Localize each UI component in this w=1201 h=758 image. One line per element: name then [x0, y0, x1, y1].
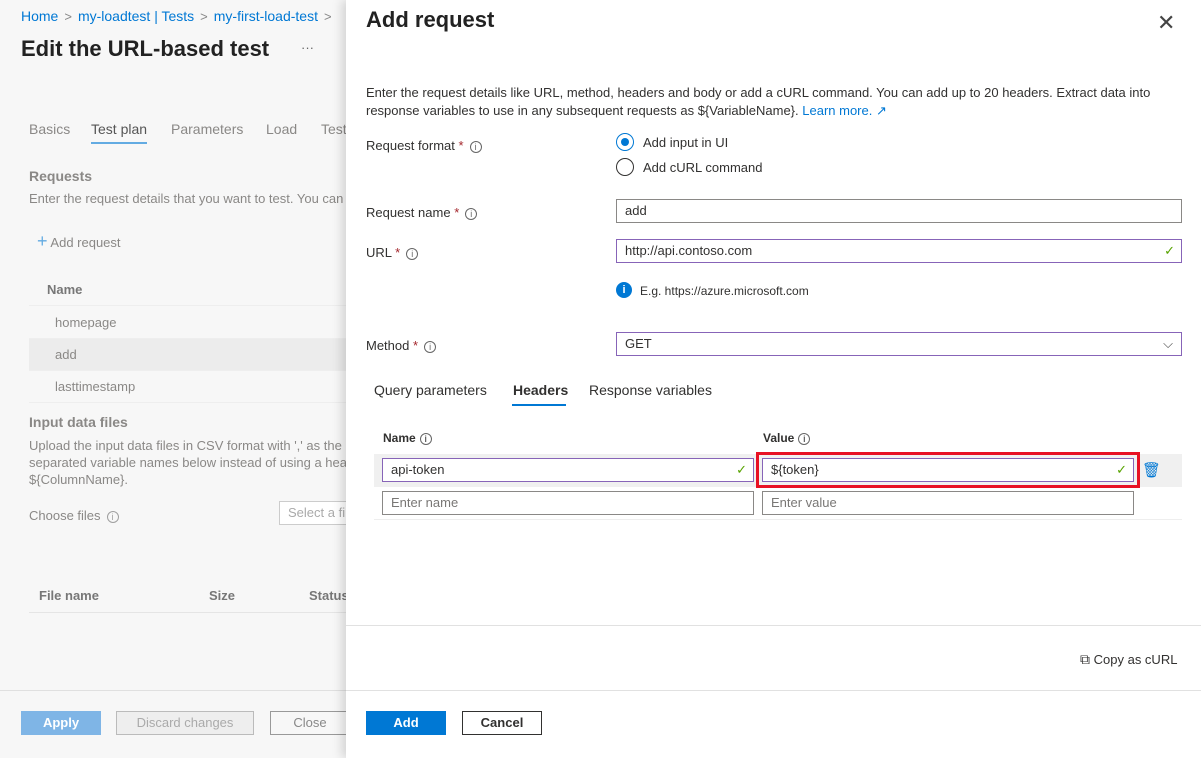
copy-icon: ⧉ — [1080, 651, 1090, 667]
col-size: Size — [209, 588, 236, 603]
url-hint: E.g. https://azure.microsoft.com — [640, 284, 809, 298]
tab-test[interactable]: Test — [321, 121, 346, 137]
method-dropdown[interactable]: GET ⌵ — [616, 332, 1182, 356]
close-button[interactable]: Close — [270, 711, 346, 735]
url-input[interactable]: http://api.contoso.com ✓ — [616, 239, 1182, 263]
active-tab-underline — [91, 142, 147, 144]
request-row[interactable]: lasttimestamp — [29, 371, 346, 403]
radio-add-curl[interactable] — [616, 158, 634, 176]
breadcrumb: Home > my-loadtest | Tests > my-first-load-t… — [21, 8, 332, 24]
footer-divider — [0, 690, 346, 691]
request-name-input[interactable]: add — [616, 199, 1182, 223]
background-page: Home > my-loadtest | Tests > my-first-load-t… — [0, 0, 346, 758]
plus-icon: + — [37, 231, 48, 251]
tab-basics[interactable]: Basics — [29, 121, 70, 137]
check-icon: ✓ — [1116, 462, 1127, 477]
select-file-dropdown[interactable]: Select a fil — [279, 501, 346, 525]
footer-divider — [346, 690, 1201, 691]
new-header-value-input[interactable]: Enter value — [762, 491, 1134, 515]
learn-more-link[interactable]: Learn more. ↗ — [802, 103, 887, 118]
requests-col-name: Name — [29, 274, 346, 306]
new-header-name-input[interactable]: Enter name — [382, 491, 754, 515]
tab-load[interactable]: Load — [266, 121, 297, 137]
cancel-button[interactable]: Cancel — [462, 711, 542, 735]
input-files-heading: Input data files — [29, 414, 128, 430]
more-icon[interactable]: ··· — [301, 40, 314, 55]
header-name-col: Name i — [383, 431, 432, 445]
tab-test-plan[interactable]: Test plan — [91, 121, 147, 137]
radio-label-curl: Add cURL command — [643, 160, 763, 175]
radio-add-input-ui[interactable] — [616, 133, 634, 151]
add-button[interactable]: Add — [366, 711, 446, 735]
radio-label-ui: Add input in UI — [643, 135, 729, 150]
header-name-input[interactable]: api-token ✓ — [382, 458, 754, 482]
url-label: URL * i — [366, 245, 419, 260]
header-value-input[interactable]: ${token} ✓ — [762, 458, 1134, 482]
info-icon: i — [616, 282, 632, 298]
breadcrumb-tests[interactable]: my-loadtest | Tests — [78, 8, 194, 24]
check-icon: ✓ — [1164, 243, 1175, 258]
col-status: Status — [309, 588, 346, 603]
delete-icon[interactable]: 🗑 — [1142, 461, 1161, 479]
requests-desc: Enter the request details that you want … — [29, 191, 344, 206]
add-request-panel: Add request ✕ Enter the request details … — [346, 0, 1201, 758]
external-link-icon: ↗ — [875, 103, 887, 118]
requests-heading: Requests — [29, 168, 93, 184]
active-tab-underline — [512, 404, 566, 406]
request-name-label: Request name * i — [366, 205, 478, 220]
col-file-name: File name — [39, 588, 99, 603]
tab-query-parameters[interactable]: Query parameters — [374, 382, 487, 398]
add-request-link[interactable]: + Add request — [37, 231, 121, 252]
panel-title: Add request — [366, 7, 495, 32]
divider — [29, 612, 346, 613]
input-files-desc: Upload the input data files in CSV forma… — [29, 438, 346, 487]
divider — [374, 519, 1182, 520]
copy-as-curl-button[interactable]: ⧉ Copy as cURL — [1080, 651, 1177, 668]
close-icon[interactable]: ✕ — [1157, 10, 1175, 36]
panel-description: Enter the request details like URL, meth… — [366, 85, 1151, 118]
breadcrumb-home[interactable]: Home — [21, 8, 58, 24]
discard-changes-button[interactable]: Discard changes — [116, 711, 254, 735]
tab-response-variables[interactable]: Response variables — [589, 382, 712, 398]
request-row[interactable]: add — [29, 339, 346, 371]
apply-button[interactable]: Apply — [21, 711, 101, 735]
request-row[interactable]: homepage — [29, 307, 346, 339]
tab-parameters[interactable]: Parameters — [171, 121, 243, 137]
header-value-col: Value i — [763, 431, 811, 445]
breadcrumb-test[interactable]: my-first-load-test — [214, 8, 318, 24]
method-label: Method * i — [366, 338, 437, 353]
add-request-label: Add request — [50, 235, 121, 250]
divider — [346, 625, 1201, 626]
page-title: Edit the URL-based test — [21, 36, 270, 61]
check-icon: ✓ — [736, 462, 747, 477]
choose-files-label: Choose files i — [29, 508, 119, 523]
chevron-down-icon: ⌵ — [1163, 336, 1173, 351]
tab-headers[interactable]: Headers — [513, 382, 568, 398]
request-format-label: Request format * i — [366, 138, 482, 153]
